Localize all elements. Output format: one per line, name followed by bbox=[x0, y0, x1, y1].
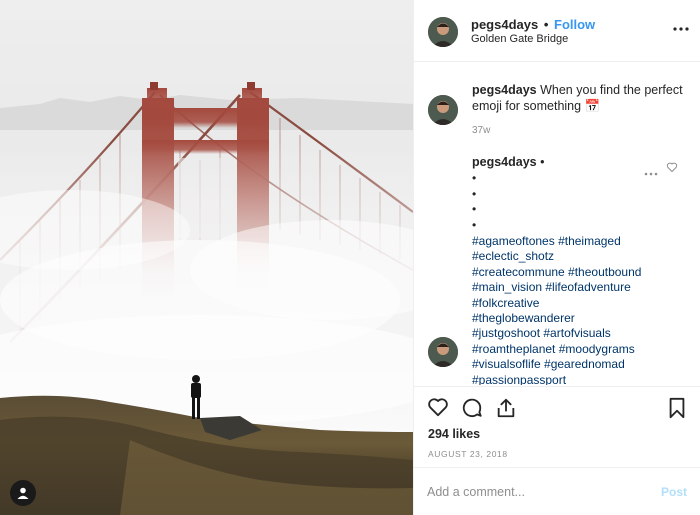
add-comment-bar: Post bbox=[414, 467, 700, 515]
caption-avatar[interactable] bbox=[428, 95, 458, 125]
header-username-line: pegs4days • Follow bbox=[471, 17, 595, 32]
avatar-image bbox=[428, 337, 458, 367]
post-details-panel: pegs4days • Follow Golden Gate Bridge pe… bbox=[413, 0, 700, 515]
hashtag-list: #agameoftones #theimaged #eclectic_shotz… bbox=[472, 234, 682, 385]
avatar-image bbox=[428, 95, 458, 125]
user-icon bbox=[17, 487, 29, 499]
like-button[interactable] bbox=[427, 397, 449, 422]
comments-area[interactable]: pegs4days When you find the perfect emoj… bbox=[414, 63, 700, 385]
hashtag-line[interactable]: #createcommune #theoutbound bbox=[472, 265, 682, 280]
caption-username[interactable]: pegs4days bbox=[472, 83, 537, 97]
hashtag-line[interactable]: #eclectic_shotz bbox=[472, 249, 682, 264]
post-header: pegs4days • Follow Golden Gate Bridge bbox=[414, 0, 700, 62]
more-dots-icon bbox=[673, 27, 689, 31]
comment-avatar[interactable] bbox=[428, 337, 458, 367]
header-username[interactable]: pegs4days bbox=[471, 17, 538, 32]
post-photo[interactable] bbox=[0, 0, 413, 515]
heart-icon bbox=[666, 162, 678, 172]
comment-username[interactable]: pegs4days bbox=[472, 155, 537, 169]
bookmark-icon bbox=[669, 397, 685, 419]
comment-bullets: • • • • bbox=[472, 171, 682, 233]
calendar-emoji: 📅 bbox=[584, 99, 601, 113]
hashtag-line[interactable]: #theglobewanderer bbox=[472, 311, 682, 326]
post-date: AUGUST 23, 2018 bbox=[428, 449, 508, 459]
hashtag-line[interactable]: #justgoshoot #artofvisuals bbox=[472, 326, 682, 341]
hashtag-line[interactable]: #roamtheplanet #moodygrams bbox=[472, 342, 682, 357]
hashtag-line[interactable]: #agameoftones #theimaged bbox=[472, 234, 682, 249]
avatar[interactable] bbox=[428, 17, 458, 47]
comment: pegs4days • • • • • #agameoftones #theim… bbox=[472, 155, 682, 385]
avatar-image bbox=[428, 17, 458, 47]
bullet-line: • bbox=[472, 186, 477, 201]
hashtag-line[interactable]: #passionpassport bbox=[472, 373, 682, 385]
likes-count[interactable]: 294 likes bbox=[428, 427, 480, 441]
comment-icon bbox=[462, 398, 482, 418]
comment-button[interactable] bbox=[461, 397, 483, 424]
action-bar: 294 likes AUGUST 23, 2018 bbox=[414, 386, 700, 466]
bullet-line: • bbox=[472, 202, 477, 216]
share-icon bbox=[497, 398, 515, 418]
save-button[interactable] bbox=[667, 397, 687, 424]
comment-input[interactable] bbox=[427, 483, 647, 501]
location-link[interactable]: Golden Gate Bridge bbox=[471, 33, 568, 45]
hashtag-line[interactable]: #main_vision #lifeofadventure bbox=[472, 280, 682, 295]
comment-separator: • bbox=[540, 155, 545, 169]
bullet-line: • bbox=[472, 217, 477, 232]
tagged-users-button[interactable] bbox=[10, 480, 36, 506]
caption-timestamp[interactable]: 37w bbox=[472, 125, 490, 136]
post-button[interactable]: Post bbox=[661, 485, 687, 499]
share-button[interactable] bbox=[495, 397, 517, 424]
header-separator: • bbox=[543, 17, 549, 32]
comment-options-icon[interactable] bbox=[644, 165, 658, 179]
hashtag-line[interactable]: #visualsoflife #gearednomad bbox=[472, 357, 682, 372]
hashtag-line[interactable]: #folkcreative bbox=[472, 296, 682, 311]
golden-gate-bridge-fog-photo bbox=[0, 0, 413, 515]
caption-text: pegs4days When you find the perfect emoj… bbox=[472, 82, 690, 114]
heart-icon bbox=[428, 398, 448, 417]
follow-button[interactable]: Follow bbox=[554, 17, 595, 32]
more-dots-icon bbox=[644, 172, 658, 176]
more-horizontal-icon[interactable] bbox=[673, 22, 689, 32]
comment-like-icon[interactable] bbox=[666, 160, 678, 178]
